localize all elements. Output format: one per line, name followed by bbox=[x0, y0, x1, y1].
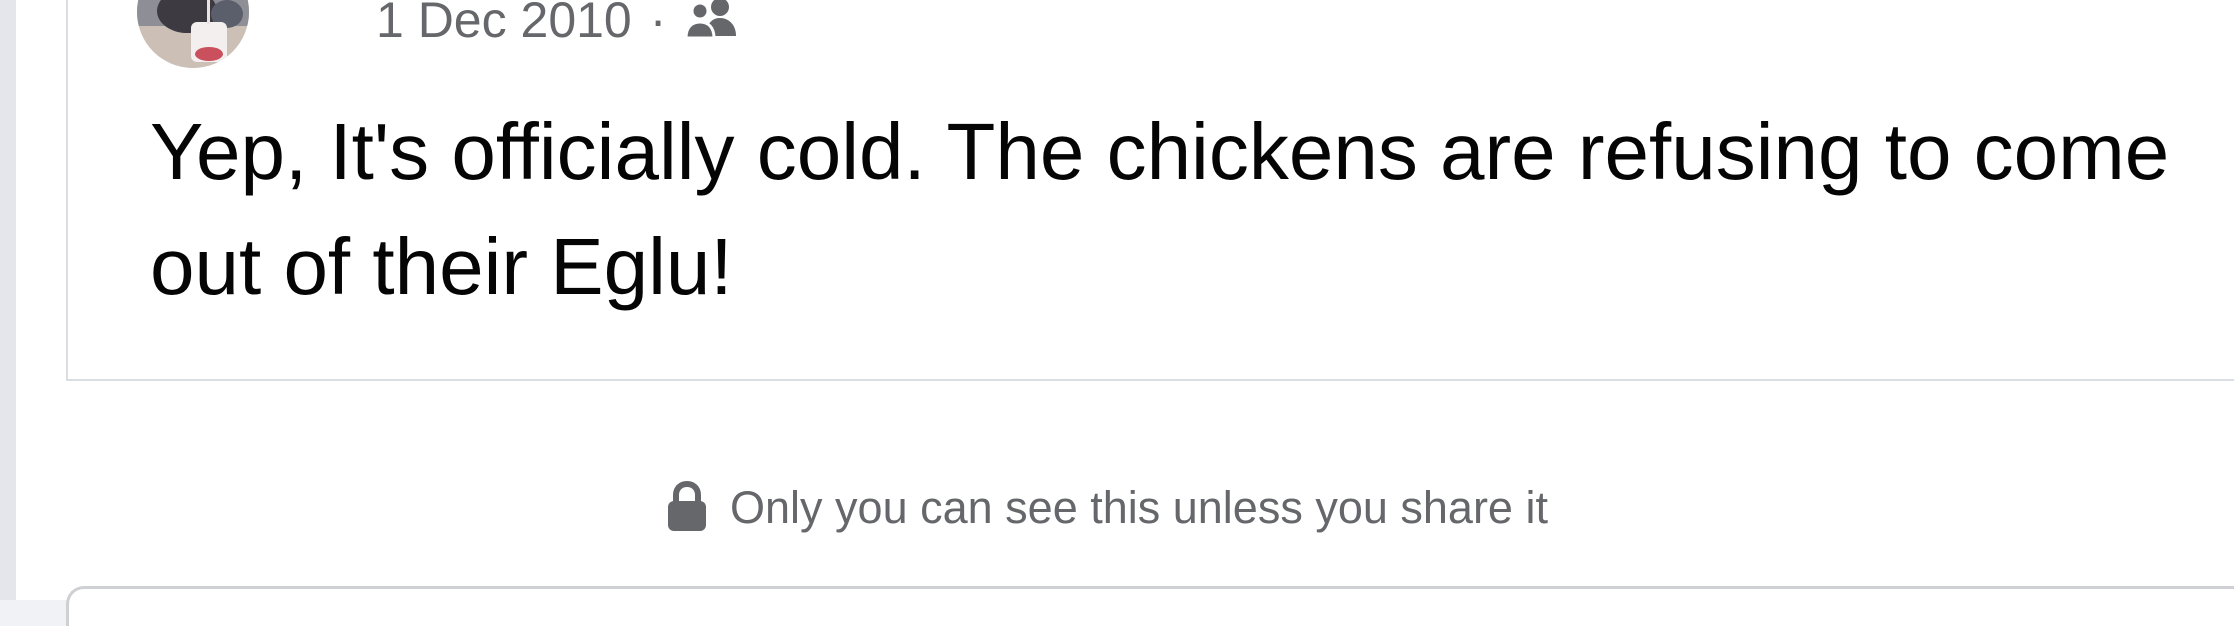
next-card bbox=[66, 586, 2234, 626]
lock-icon bbox=[666, 480, 708, 533]
privacy-note: Only you can see this unless you share i… bbox=[16, 478, 2234, 538]
avatar-image bbox=[137, 0, 249, 68]
post-card: 1 Dec 2010 · Yep, It's officially cold. … bbox=[66, 0, 2234, 381]
friends-icon[interactable] bbox=[684, 0, 740, 40]
memories-page: 1 Dec 2010 · Yep, It's officially cold. … bbox=[16, 0, 2234, 626]
privacy-note-text: Only you can see this unless you share i… bbox=[730, 482, 1548, 533]
post-meta: 1 Dec 2010 · bbox=[376, 0, 740, 48]
post-date[interactable]: 1 Dec 2010 bbox=[376, 0, 632, 45]
post-text: Yep, It's officially cold. The chickens … bbox=[150, 107, 2170, 311]
left-rail bbox=[0, 0, 16, 600]
avatar[interactable] bbox=[137, 0, 249, 68]
meta-separator: · bbox=[649, 0, 667, 48]
